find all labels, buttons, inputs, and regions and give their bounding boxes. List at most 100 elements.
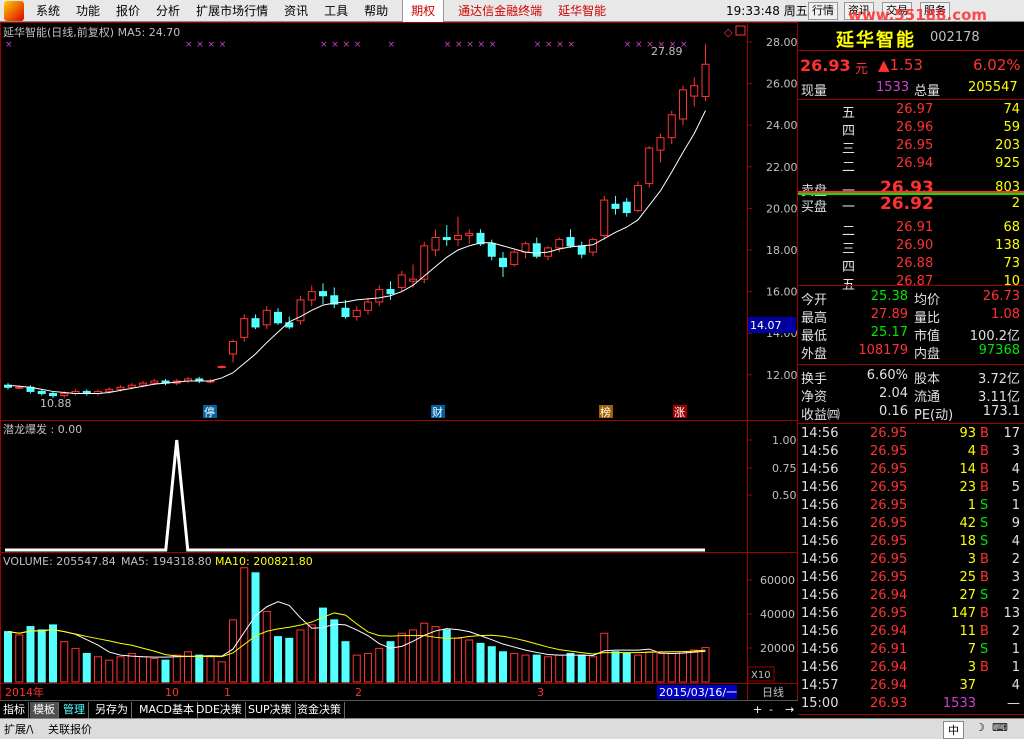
indicator-tick-3: 0.50: [772, 489, 797, 502]
zoom-out-button[interactable]: -: [766, 702, 776, 718]
volume-bars: [4, 567, 710, 683]
buy-level-label: 四: [842, 260, 856, 275]
buy-row: 三 26.90 138: [798, 238, 1024, 257]
tab-manage[interactable]: 管理: [60, 702, 89, 718]
tab-macd[interactable]: MACD基本: [136, 702, 198, 718]
volume-bar: [26, 626, 35, 683]
total-vol: 205547: [968, 80, 1018, 95]
menu-item-help[interactable]: 帮助: [356, 0, 396, 22]
indicator-tick-2: 0.75: [772, 462, 797, 475]
window-icon[interactable]: [735, 25, 746, 36]
top-markers: × × × × × × × × × × × × × × × × × × × × × × × × ×: [5, 40, 688, 50]
tab-dde[interactable]: DDE决策: [193, 702, 246, 718]
tick-price: 26.94: [870, 678, 908, 693]
tick-volume: 37: [959, 678, 976, 693]
marker-limitup-label: 涨: [674, 406, 685, 419]
arrow-right-icon[interactable]: →: [782, 702, 797, 718]
chart-area[interactable]: 延华智能(日线,前复权) MA5: 24.70 28.00 26.00 24.00 2…: [0, 22, 798, 722]
date-mar: 3: [537, 686, 544, 699]
candle-body: [375, 289, 384, 303]
tab-fund[interactable]: 资金决策: [294, 702, 345, 718]
volume-bar: [60, 641, 69, 683]
tick-count: 13: [1003, 606, 1020, 621]
candle-body: [442, 237, 451, 241]
menu-item-tools[interactable]: 工具: [316, 0, 356, 22]
tick-row: 14:56 26.95 1 S 1: [798, 498, 1024, 516]
buy-volume: 68: [1003, 220, 1020, 235]
menu-item-function[interactable]: 功能: [68, 0, 108, 22]
tab-template[interactable]: 模板: [30, 702, 59, 718]
fin-row: 换手 6.60% 股本 3.72亿: [798, 368, 1024, 387]
candle-body: [577, 245, 586, 255]
volume-bar: [217, 661, 226, 683]
marker-x-icon: ×: [478, 40, 486, 50]
marker-halt-label: 停: [204, 405, 215, 419]
tick-volume: 4: [967, 444, 976, 459]
tick-time: 14:56: [801, 606, 839, 621]
tick-volume: 7: [967, 642, 976, 657]
tick-time: 14:56: [801, 534, 839, 549]
volume-bar: [521, 654, 530, 683]
volume-bar: [82, 652, 91, 683]
volume-axis: 60000 40000 20000: [747, 574, 795, 655]
tick-time: 14:56: [801, 642, 839, 657]
candle-body: [229, 341, 237, 355]
input-method[interactable]: 中: [943, 721, 964, 739]
tick-count: 2: [1011, 624, 1020, 639]
volume-bar: [476, 642, 485, 683]
diamond-icon[interactable]: ◇: [724, 26, 733, 39]
tick-volume: 11: [959, 624, 976, 639]
moon-icon[interactable]: ☽: [975, 721, 985, 734]
tick-volume: 27: [959, 588, 976, 603]
candle-body: [49, 393, 57, 397]
tick-time: 14:56: [801, 426, 839, 441]
volume-bar: [15, 634, 24, 683]
tick-side: S: [980, 498, 989, 513]
status-related-quote[interactable]: 关联报价: [48, 721, 92, 737]
candle-body: [611, 203, 620, 209]
candle-body: [307, 291, 316, 301]
volume-bar: [307, 624, 316, 683]
candle-body: [364, 301, 372, 311]
sell-price: 26.97: [896, 102, 934, 117]
tab-indicator[interactable]: 指标: [0, 702, 29, 718]
sell-level-label: 四: [842, 124, 856, 139]
volume-tick-3: 20000: [760, 642, 795, 655]
tab-save-as[interactable]: 另存为: [92, 702, 132, 718]
keyboard-icon[interactable]: ⌨: [992, 721, 1008, 734]
tick-price: 26.93: [870, 696, 908, 711]
status-extend[interactable]: 扩展/\: [4, 721, 33, 737]
candle-body: [105, 388, 114, 392]
volume-bar: [240, 567, 249, 683]
tick-side: B: [980, 606, 989, 621]
volume-bar: [206, 656, 215, 683]
volume-bar: [409, 629, 417, 683]
tick-time: 15:00: [801, 696, 839, 711]
market-button[interactable]: 行情: [808, 2, 838, 20]
period-label[interactable]: 日线: [762, 685, 784, 699]
stat-value: 108179: [858, 343, 908, 358]
tick-volume: 147: [951, 606, 976, 621]
volume-bar: [94, 656, 102, 683]
menu-item-quote[interactable]: 报价: [108, 0, 148, 22]
menu-item-analysis[interactable]: 分析: [148, 0, 188, 22]
quote-code: 002178: [930, 30, 980, 45]
buy-level-label: 一: [842, 200, 856, 215]
options-button[interactable]: 期权: [402, 0, 445, 23]
indicator-title: 潜龙爆发 : 0.00: [3, 422, 82, 436]
candle-body: [465, 232, 474, 236]
volume-bar: [622, 652, 631, 683]
tab-sup[interactable]: SUP决策: [245, 702, 296, 718]
price-tag: 14.07: [750, 319, 782, 332]
candle-body: [589, 239, 597, 253]
volume-ma5-label: MA5: 194318.80: [121, 555, 212, 568]
menu-item-news[interactable]: 资讯: [276, 0, 316, 22]
tick-volume: 14: [959, 462, 976, 477]
menu-item-extended-market[interactable]: 扩展市场行情: [188, 0, 276, 22]
tick-volume: 42: [959, 516, 976, 531]
tick-volume: 23: [959, 480, 976, 495]
zoom-in-button[interactable]: +: [750, 702, 765, 718]
menu-item-system[interactable]: 系统: [28, 0, 68, 22]
candle-body: [127, 384, 136, 388]
volume-bar: [195, 654, 204, 683]
